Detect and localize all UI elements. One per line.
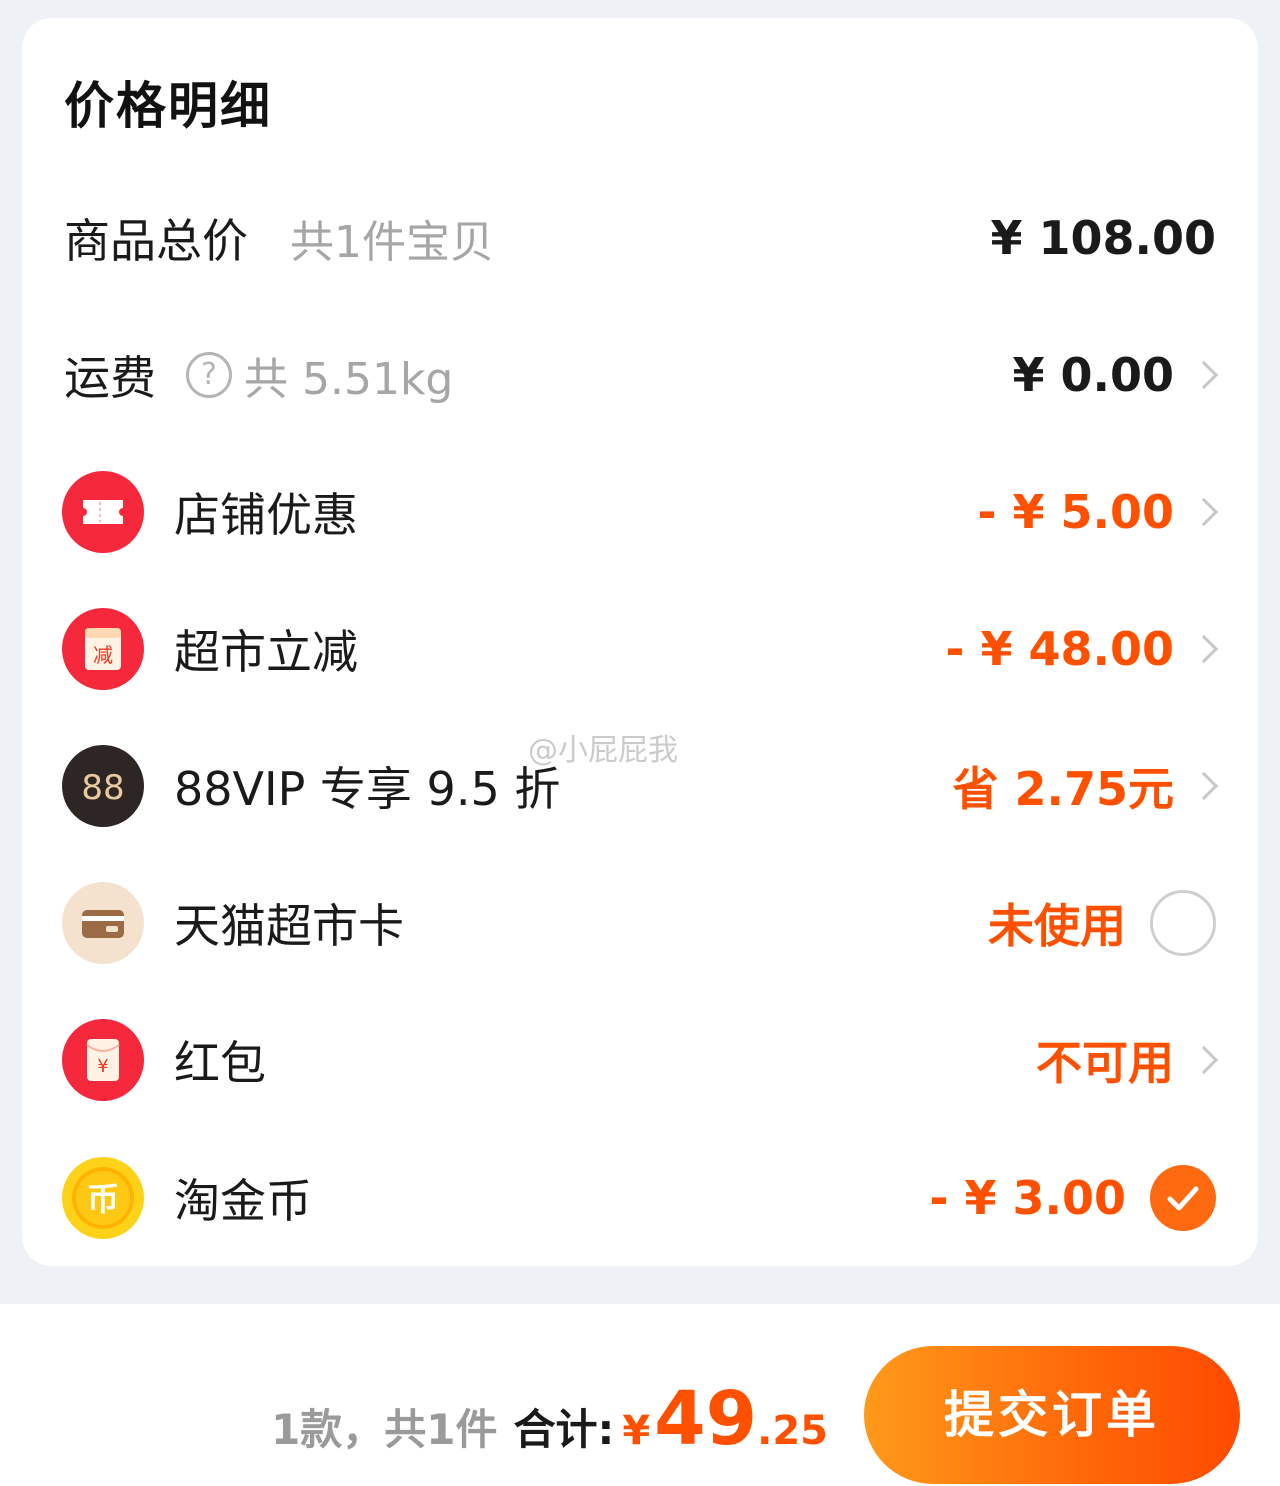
taojin-coin-value: - ¥ 3.00 [929,1171,1126,1225]
red-packet-label: 红包 [174,1036,266,1090]
taojin-coin-row[interactable]: 币 淘金币 - ¥ 3.00 [22,1148,1258,1248]
tmall-card-status: 未使用 [988,899,1126,953]
store-discount-label: 店铺优惠 [174,488,358,542]
chevron-right-icon [1189,771,1219,801]
red-packet-status: 不可用 [1036,1036,1174,1090]
store-discount-value: - ¥ 5.00 [977,485,1174,539]
coin-icon: 币 [62,1157,144,1239]
supermarket-reduce-value: - ¥ 48.00 [945,622,1174,676]
card-icon [62,882,144,964]
bottom-bar: 1款，共1件 合计: ¥ 49 .25 提交订单 [0,1304,1280,1486]
order-summary: 1款，共1件 合计: ¥ 49 .25 [271,1382,828,1457]
shipping-label: 运费 [64,351,156,405]
chevron-right-icon [1189,497,1219,527]
watermark: @小屁屁我 [528,733,678,768]
item-count-text: 1款，共1件 [271,1405,498,1454]
red-packet-row[interactable]: ¥ 红包 不可用 [22,1010,1258,1110]
goods-count-text: 共1件宝贝 [290,217,494,268]
supermarket-reduce-row[interactable]: 减 超市立减 - ¥ 48.00 [22,599,1258,699]
price-detail-card: 价格明细 商品总价 共1件宝贝 ¥ 108.00 运费 ? 共 5.51kg ¥… [22,18,1258,1266]
goods-total-label: 商品总价 [64,214,248,268]
store-discount-row[interactable]: 店铺优惠 - ¥ 5.00 [22,462,1258,562]
shipping-weight-text: 共 5.51kg [244,354,454,405]
taojin-coin-checkbox[interactable] [1150,1165,1216,1231]
total-amount-decimal: .25 [757,1408,828,1454]
chevron-right-icon [1189,360,1219,390]
check-icon [1167,1186,1199,1211]
submit-order-button[interactable]: 提交订单 [864,1346,1240,1484]
vip88-value: 省 2.75元 [952,762,1174,816]
card-title: 价格明细 [64,77,272,135]
help-icon[interactable]: ? [186,352,232,398]
vip88-icon-text: 88 [81,768,124,808]
goods-total-value: ¥ 108.00 [990,211,1216,265]
total-currency: ¥ [622,1408,651,1454]
ticket-icon [62,471,144,553]
vip88-icon: 88 [62,745,144,827]
tmall-card-label: 天猫超市卡 [174,899,404,953]
supermarket-reduce-label: 超市立减 [174,625,358,679]
goods-total-row: 商品总价 共1件宝贝 ¥ 108.00 [22,188,1258,288]
reduce-icon-text: 减 [93,643,113,667]
coin-icon-text: 币 [87,1180,119,1218]
reduce-icon: 减 [62,608,144,690]
vip88-label: 88VIP 专享 9.5 折 [174,762,561,816]
tmall-card-radio[interactable] [1150,890,1216,956]
chevron-right-icon [1189,1045,1219,1075]
chevron-right-icon [1189,634,1219,664]
red-packet-icon-text: ¥ [97,1056,108,1077]
taojin-coin-label: 淘金币 [174,1174,312,1228]
tmall-card-row[interactable]: 天猫超市卡 未使用 [22,873,1258,973]
shipping-row[interactable]: 运费 ? 共 5.51kg ¥ 0.00 [22,325,1258,425]
shipping-value: ¥ 0.00 [1012,348,1174,402]
total-amount-integer: 49 [654,1376,758,1462]
red-packet-icon: ¥ [62,1019,144,1101]
total-label: 合计: [513,1405,615,1454]
